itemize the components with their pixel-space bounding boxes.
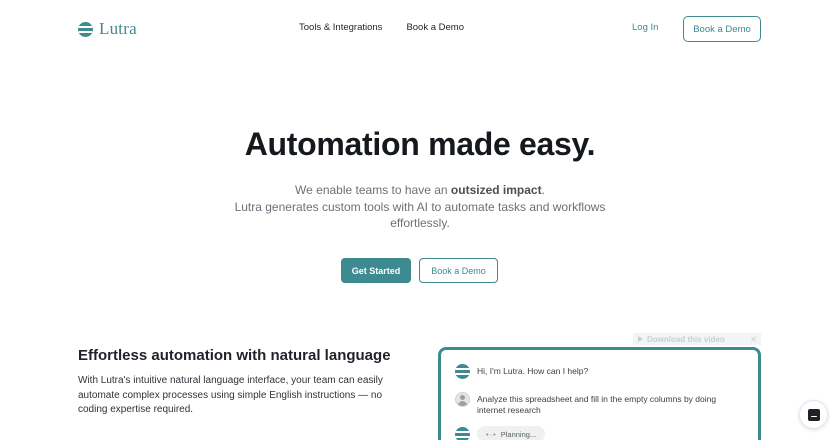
close-icon[interactable]: ✕ bbox=[750, 335, 757, 344]
chat-message: Analyze this spreadsheet and fill in the… bbox=[455, 392, 727, 416]
chat-launcher-button[interactable] bbox=[799, 400, 828, 429]
hero-book-demo-button[interactable]: Book a Demo bbox=[419, 258, 498, 283]
hero-subtitle-prefix: We enable teams to have an bbox=[295, 183, 451, 197]
top-nav: Lutra Tools & Integrations Book a Demo L… bbox=[0, 0, 840, 58]
logo[interactable]: Lutra bbox=[78, 19, 137, 39]
hero-subtitle-line2: Lutra generates custom tools with AI to … bbox=[234, 199, 606, 231]
feature-title: Effortless automation with natural langu… bbox=[78, 347, 391, 364]
planning-status-text: Planning... bbox=[500, 429, 537, 439]
chat-icon bbox=[807, 408, 820, 421]
planning-status: •·• Planning... bbox=[477, 426, 546, 440]
hero-subtitle: We enable teams to have an outsized impa… bbox=[220, 182, 620, 232]
logo-text: Lutra bbox=[99, 19, 137, 38]
user-avatar-icon bbox=[455, 392, 470, 407]
chat-message-text: Hi, I'm Lutra. How can I help? bbox=[477, 366, 589, 376]
hero-subtitle-highlight: outsized impact bbox=[450, 183, 542, 197]
chat-message: •·• Planning... bbox=[455, 426, 546, 440]
chat-message: Hi, I'm Lutra. How can I help? bbox=[455, 364, 588, 379]
download-video-label[interactable]: Download this video bbox=[647, 335, 725, 344]
feature-description: With Lutra's intuitive natural language … bbox=[78, 375, 383, 415]
hero-title: Automation made easy. bbox=[244, 126, 596, 162]
play-icon bbox=[638, 336, 643, 342]
hero-subtitle-suffix: . bbox=[541, 183, 545, 197]
chat-demo-panel: Hi, I'm Lutra. How can I help? Analyze t… bbox=[438, 347, 761, 440]
nav-link-tools-integrations[interactable]: Tools & Integrations bbox=[299, 22, 382, 33]
lutra-logo-icon bbox=[455, 427, 470, 440]
typing-indicator-icon: •·• bbox=[486, 429, 497, 439]
lutra-logo-icon bbox=[78, 21, 93, 37]
lutra-logo-icon bbox=[455, 364, 470, 379]
get-started-button[interactable]: Get Started bbox=[341, 258, 411, 283]
nav-link-book-demo[interactable]: Book a Demo bbox=[406, 22, 464, 33]
video-download-bar[interactable]: Download this video ✕ bbox=[633, 333, 761, 345]
chat-message-text: Analyze this spreadsheet and fill in the… bbox=[477, 394, 717, 415]
nav-links: Tools & Integrations Book a Demo bbox=[299, 22, 464, 33]
login-link[interactable]: Log In bbox=[632, 22, 658, 33]
book-demo-button[interactable]: Book a Demo bbox=[683, 16, 761, 42]
